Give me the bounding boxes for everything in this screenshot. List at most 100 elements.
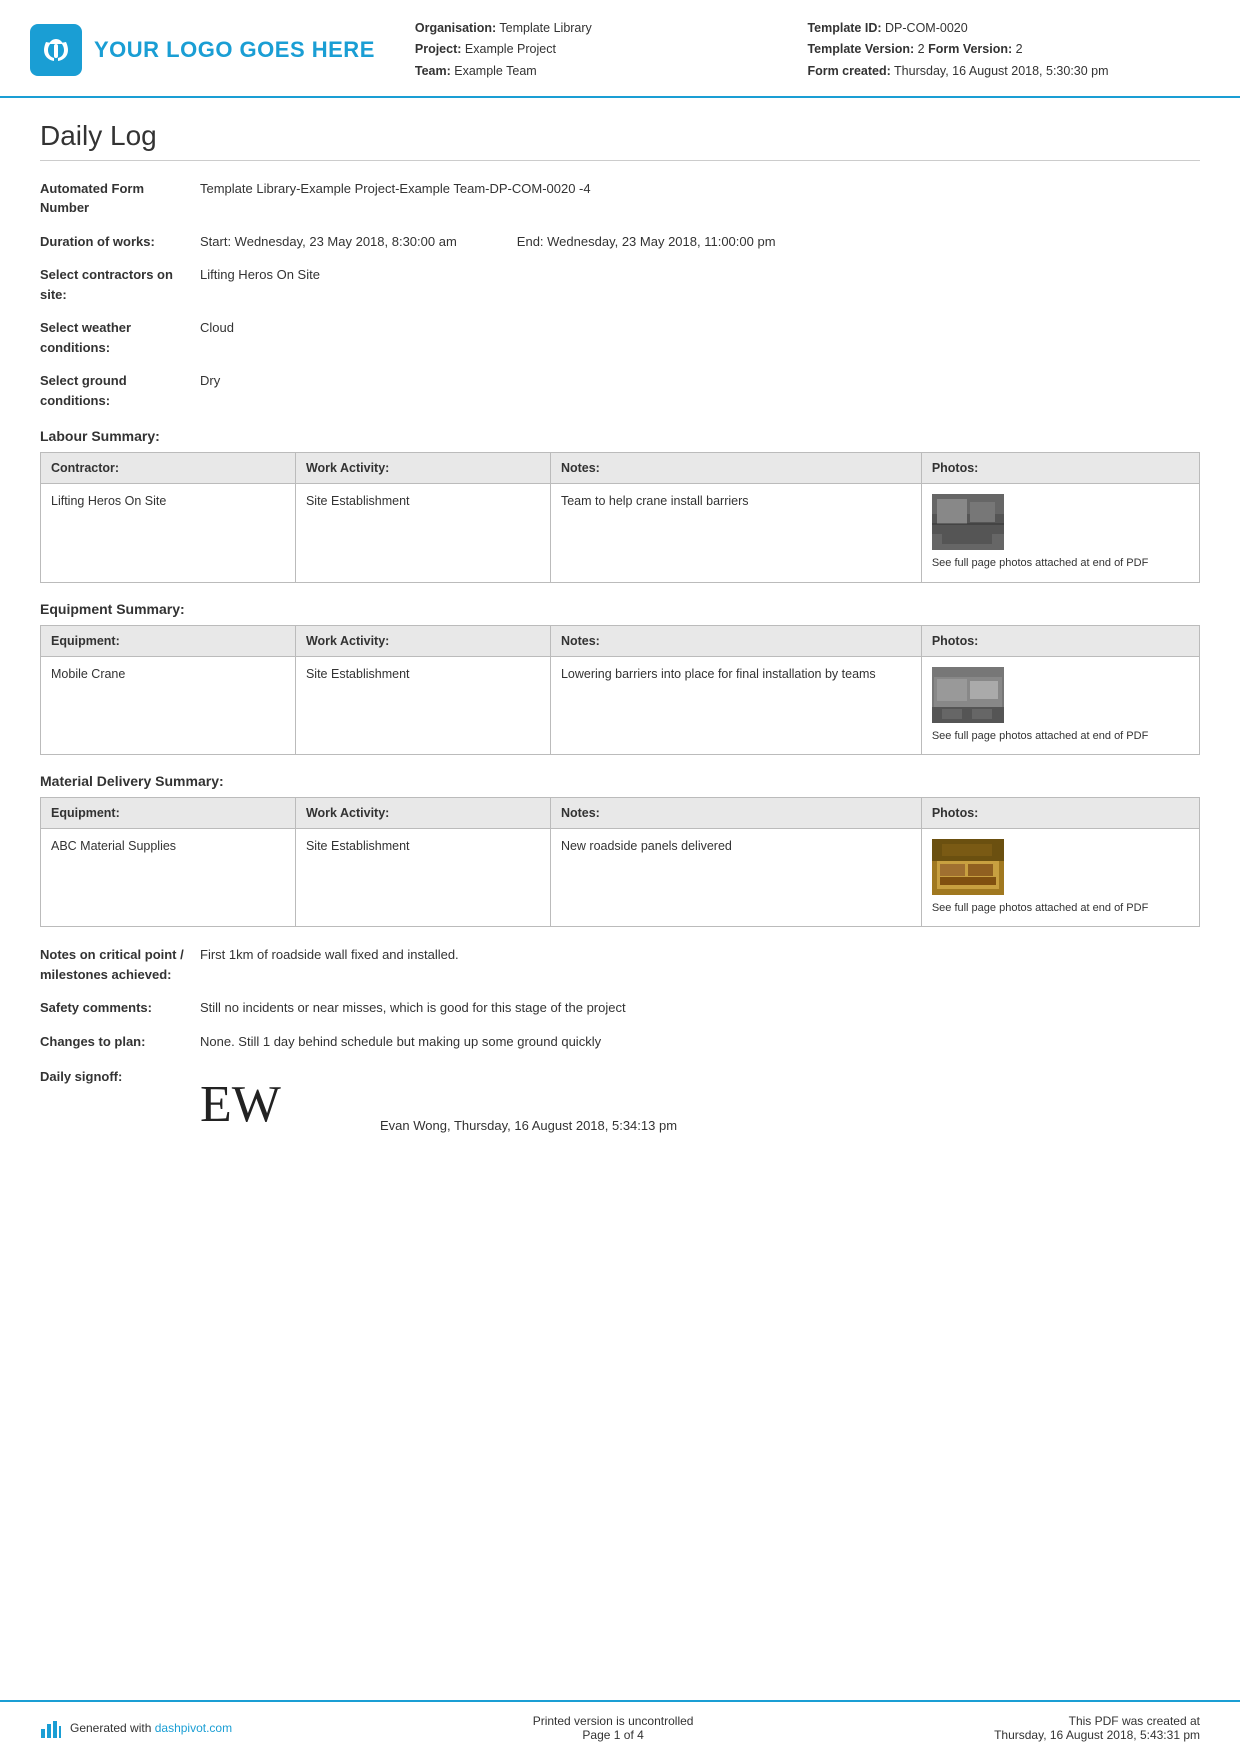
changes-value: None. Still 1 day behind schedule but ma…: [200, 1032, 1200, 1052]
template-id-value: DP-COM-0020: [885, 21, 968, 35]
equipment-photo-thumb: [932, 667, 1004, 723]
col-equipment-header: Equipment:: [41, 625, 296, 656]
col-notes-header-mat: Notes:: [550, 798, 921, 829]
duration-end: End: Wednesday, 23 May 2018, 11:00:00 pm: [517, 232, 776, 252]
equipment-photo-caption: See full page photos attached at end of …: [932, 729, 1189, 744]
weather-row: Select weather conditions: Cloud: [40, 318, 1200, 357]
signoff-content: EW Evan Wong, Thursday, 16 August 2018, …: [200, 1069, 677, 1141]
contractors-row: Select contractors on site: Lifting Hero…: [40, 265, 1200, 304]
changes-label: Changes to plan:: [40, 1032, 200, 1052]
template-version-label: Template Version:: [807, 42, 914, 56]
footer-center: Printed version is uncontrolled Page 1 P…: [533, 1714, 694, 1742]
material-table: Equipment: Work Activity: Notes: Photos:…: [40, 797, 1200, 927]
form-created-value: Thursday, 16 August 2018, 5:30:30 pm: [894, 64, 1109, 78]
labour-table: Contractor: Work Activity: Notes: Photos…: [40, 452, 1200, 582]
labour-summary-header: Labour Summary:: [40, 428, 1200, 444]
header-meta: Organisation: Template Library Project: …: [375, 18, 1200, 82]
labour-contractor: Lifting Heros On Site: [41, 484, 296, 582]
safety-label: Safety comments:: [40, 998, 200, 1018]
ground-row: Select ground conditions: Dry: [40, 371, 1200, 410]
header-col-left: Organisation: Template Library Project: …: [415, 18, 808, 82]
form-version-value: 2: [1016, 42, 1023, 56]
col-activity-header-mat: Work Activity:: [295, 798, 550, 829]
material-table-row: ABC Material Supplies Site Establishment…: [41, 829, 1200, 927]
material-notes: New roadside panels delivered: [550, 829, 921, 927]
duration-value: Start: Wednesday, 23 May 2018, 8:30:00 a…: [200, 232, 1200, 252]
duration-start: Start: Wednesday, 23 May 2018, 8:30:00 a…: [200, 232, 457, 252]
critical-value: First 1km of roadside wall fixed and ins…: [200, 945, 1200, 965]
col-photos-header-labour: Photos:: [921, 453, 1199, 484]
signoff-label: Daily signoff:: [40, 1069, 200, 1084]
equipment-table-header: Equipment: Work Activity: Notes: Photos:: [41, 625, 1200, 656]
material-activity: Site Establishment: [295, 829, 550, 927]
form-number-label: Automated Form Number: [40, 179, 200, 218]
footer-right: This PDF was created at Thursday, 16 Aug…: [994, 1714, 1200, 1742]
logo-text: YOUR LOGO GOES HERE: [94, 37, 375, 63]
material-photos: See full page photos attached at end of …: [921, 829, 1199, 927]
changes-row: Changes to plan: None. Still 1 day behin…: [40, 1032, 1200, 1052]
duration-row: Duration of works: Start: Wednesday, 23 …: [40, 232, 1200, 252]
labour-photos: See full page photos attached at end of …: [921, 484, 1199, 582]
footer-left: Generated with dashpivot.com: [40, 1717, 232, 1739]
weather-label: Select weather conditions:: [40, 318, 200, 357]
org-label: Organisation:: [415, 21, 496, 35]
signoff-text: Evan Wong, Thursday, 16 August 2018, 5:3…: [380, 1118, 677, 1141]
equipment-summary-header: Equipment Summary:: [40, 601, 1200, 617]
project-value: Example Project: [465, 42, 556, 56]
col-material-header: Equipment:: [41, 798, 296, 829]
labour-table-row: Lifting Heros On Site Site Establishment…: [41, 484, 1200, 582]
material-table-header: Equipment: Work Activity: Notes: Photos:: [41, 798, 1200, 829]
footer-generated-link[interactable]: dashpivot.com: [155, 1721, 232, 1735]
template-id-label: Template ID:: [807, 21, 881, 35]
header-col-right: Template ID: DP-COM-0020 Template Versio…: [807, 18, 1200, 82]
contractors-label: Select contractors on site:: [40, 265, 200, 304]
safety-row: Safety comments: Still no incidents or n…: [40, 998, 1200, 1018]
material-name: ABC Material Supplies: [41, 829, 296, 927]
critical-row: Notes on critical point / milestones ach…: [40, 945, 1200, 984]
labour-table-header: Contractor: Work Activity: Notes: Photos…: [41, 453, 1200, 484]
logo-area: YOUR LOGO GOES HERE: [30, 24, 375, 76]
col-notes-header-equip: Notes:: [550, 625, 921, 656]
labour-photo-caption: See full page photos attached at end of …: [932, 556, 1189, 571]
material-photo-caption: See full page photos attached at end of …: [932, 901, 1189, 916]
form-number-value: Template Library-Example Project-Example…: [200, 179, 1200, 199]
ground-value: Dry: [200, 371, 1200, 391]
page-footer: Generated with dashpivot.com Printed ver…: [0, 1700, 1240, 1754]
project-label: Project:: [415, 42, 462, 56]
col-activity-header-labour: Work Activity:: [295, 453, 550, 484]
equipment-activity: Site Establishment: [295, 656, 550, 754]
col-photos-header-mat: Photos:: [921, 798, 1199, 829]
team-label: Team:: [415, 64, 451, 78]
labour-notes: Team to help crane install barriers: [550, 484, 921, 582]
weather-value: Cloud: [200, 318, 1200, 338]
col-photos-header-equip: Photos:: [921, 625, 1199, 656]
form-number-row: Automated Form Number Template Library-E…: [40, 179, 1200, 218]
footer-created-line2: Thursday, 16 August 2018, 5:43:31 pm: [994, 1728, 1200, 1742]
footer-created-line1: This PDF was created at: [994, 1714, 1200, 1728]
footer-generated-prefix: Generated with: [70, 1721, 155, 1735]
material-photo-thumb: [932, 839, 1004, 895]
footer-page-info-line1: Printed version is uncontrolled: [533, 1714, 694, 1728]
equipment-photos: See full page photos attached at end of …: [921, 656, 1199, 754]
footer-page-info-line2: Page 1 Printed version is uncontrolled P…: [533, 1728, 694, 1742]
page-header: YOUR LOGO GOES HERE Organisation: Templa…: [0, 0, 1240, 98]
labour-photo-thumb: [932, 494, 1004, 550]
col-activity-header-equip: Work Activity:: [295, 625, 550, 656]
team-value: Example Team: [454, 64, 536, 78]
safety-value: Still no incidents or near misses, which…: [200, 998, 1200, 1018]
footer-generated-text: Generated with dashpivot.com: [70, 1721, 232, 1735]
form-title: Daily Log: [40, 120, 1200, 161]
ground-label: Select ground conditions:: [40, 371, 200, 410]
signature-display: EW: [200, 1069, 320, 1141]
col-notes-header-labour: Notes:: [550, 453, 921, 484]
logo-icon: [30, 24, 82, 76]
org-value: Template Library: [499, 21, 591, 35]
material-summary-header: Material Delivery Summary:: [40, 773, 1200, 789]
form-created-label: Form created:: [807, 64, 890, 78]
labour-activity: Site Establishment: [295, 484, 550, 582]
contractors-value: Lifting Heros On Site: [200, 265, 1200, 285]
form-version-label: Form Version:: [928, 42, 1012, 56]
dashpivot-logo-icon: [40, 1717, 62, 1739]
equipment-table-row: Mobile Crane Site Establishment Lowering…: [41, 656, 1200, 754]
signoff-row: Daily signoff: EW Evan Wong, Thursday, 1…: [40, 1069, 1200, 1141]
